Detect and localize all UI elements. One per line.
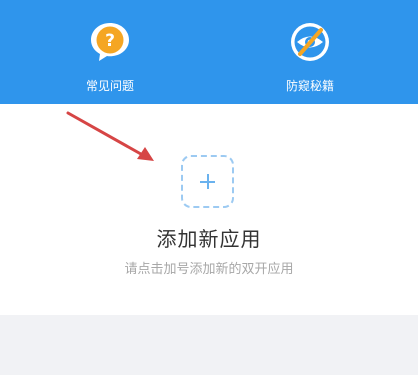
privacy-tips-label: 防窥秘籍 <box>285 79 334 93</box>
add-app-button[interactable] <box>181 155 234 208</box>
bottom-area <box>0 315 418 375</box>
svg-text:?: ? <box>105 31 115 51</box>
add-app-title: 添加新应用 <box>156 227 262 251</box>
question-bubble-icon: ? <box>88 20 132 64</box>
plus-icon-vertical <box>206 174 209 189</box>
faq-label: 常见问题 <box>85 79 134 93</box>
add-app-hint: 请点击加号添加新的双开应用 <box>124 262 294 277</box>
shield-eye-icon <box>288 20 332 64</box>
top-toolbar: ? 常见问题 防窥秘籍 <box>0 0 418 104</box>
